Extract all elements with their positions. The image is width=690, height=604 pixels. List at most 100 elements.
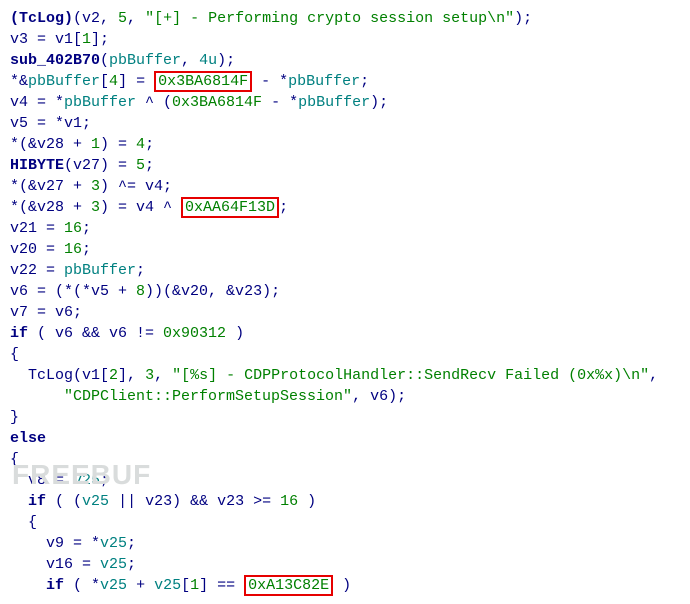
token: 3 [91, 199, 100, 216]
token: - * [262, 94, 298, 111]
token: 16 [64, 241, 82, 258]
token: v25 [82, 493, 109, 510]
token: *(&v28 + [10, 136, 91, 153]
keyword-if: if [28, 493, 46, 510]
token: ))(&v20, &v23); [145, 283, 280, 300]
token: v22 = [10, 262, 64, 279]
token: v7 = v6; [10, 304, 82, 321]
token: *(&v28 + [10, 199, 91, 216]
token: TcLog(v1[ [10, 367, 109, 384]
token: v25 [100, 577, 127, 594]
token: pbBuffer [298, 94, 370, 111]
code-line: v3 = v1[1]; [10, 29, 660, 50]
string-literal: "[+] - Performing crypto session setup\n… [145, 10, 514, 27]
token: ( ( [46, 493, 82, 510]
token: ] == [199, 577, 244, 594]
token: 5 [118, 10, 127, 27]
token: 5 [136, 157, 145, 174]
keyword-if: if [10, 325, 28, 342]
token: ; [145, 157, 154, 174]
token: v25 [100, 556, 127, 573]
token: v25 [73, 472, 100, 489]
code-line: { [10, 344, 660, 365]
token: 1 [82, 31, 91, 48]
code-line: TcLog(v1[2], 3, "[%s] - CDPProtocolHandl… [10, 365, 660, 386]
token: v8 = [10, 472, 73, 489]
token: v6 = (*(*v5 + [10, 283, 136, 300]
code-line: sub_402B70(pbBuffer, 4u); [10, 50, 660, 71]
code-line: v9 = *v25; [10, 533, 660, 554]
code-line: v21 = 16; [10, 218, 660, 239]
token: pbBuffer [109, 52, 181, 69]
token: ], [118, 367, 145, 384]
code-line: v4 = *pbBuffer ^ (0x3BA6814F - *pbBuffer… [10, 92, 660, 113]
code-line: v20 = 16; [10, 239, 660, 260]
token: 16 [64, 220, 82, 237]
token: v9 = * [10, 535, 100, 552]
token: v5 = *v1; [10, 115, 91, 132]
function-call: sub_402B70 [10, 52, 100, 69]
token: ) [333, 577, 351, 594]
token: v4 = * [10, 94, 64, 111]
token: 3 [91, 178, 100, 195]
brace: { [10, 451, 19, 468]
token: *& [10, 73, 28, 90]
token: 8 [136, 283, 145, 300]
code-line: *(&v27 + 3) ^= v4; [10, 176, 660, 197]
token: , [127, 10, 145, 27]
token: ) = [100, 136, 136, 153]
code-line: (TcLog)(v2, 5, "[+] - Performing crypto … [10, 8, 660, 29]
token: || v23) && v23 >= [109, 493, 280, 510]
token: v3 = v1[ [10, 31, 82, 48]
token: 4u [199, 52, 217, 69]
token: (TcLog) [10, 10, 73, 27]
code-line: *&pbBuffer[4] = 0x3BA6814F - *pbBuffer; [10, 71, 660, 92]
token: (v27) = [64, 157, 136, 174]
token: ]; [91, 31, 109, 48]
highlighted-constant-1: 0x3BA6814F [154, 71, 252, 92]
token: pbBuffer [28, 73, 100, 90]
token: ( [100, 52, 109, 69]
code-line: "CDPClient::PerformSetupSession", v6); [10, 386, 660, 407]
token: , v6); [352, 388, 406, 405]
keyword-if: if [46, 577, 64, 594]
token: , [649, 367, 658, 384]
token: 1 [190, 577, 199, 594]
token: ; [136, 262, 145, 279]
token: (v2, [73, 10, 118, 27]
token [10, 388, 64, 405]
token: 0x3BA6814F [172, 94, 262, 111]
token: [ [181, 577, 190, 594]
token: v25 [154, 577, 181, 594]
token: ); [217, 52, 235, 69]
token: v16 = [10, 556, 100, 573]
token: ) [226, 325, 244, 342]
token: ) ^= v4; [100, 178, 172, 195]
brace: } [10, 409, 19, 426]
highlighted-constant-2: 0xAA64F13D [181, 197, 279, 218]
token: ) = v4 ^ [100, 199, 181, 216]
token: ; [145, 136, 154, 153]
token: ; [82, 220, 91, 237]
code-line: *(&v28 + 1) = 4; [10, 134, 660, 155]
token [10, 493, 28, 510]
token: 4 [136, 136, 145, 153]
token: ^ ( [136, 94, 172, 111]
string-literal: "CDPClient::PerformSetupSession" [64, 388, 352, 405]
token: 3 [145, 367, 154, 384]
token: ; [279, 199, 288, 216]
code-line: v6 = (*(*v5 + 8))(&v20, &v23); [10, 281, 660, 302]
token: , [154, 367, 172, 384]
token: 2 [109, 367, 118, 384]
token: v25 [100, 535, 127, 552]
token: ] = [118, 73, 154, 90]
token: , [181, 52, 199, 69]
token: ; [100, 472, 109, 489]
code-line: { [10, 449, 660, 470]
code-line: v22 = pbBuffer; [10, 260, 660, 281]
token: ); [370, 94, 388, 111]
token: 4 [109, 73, 118, 90]
code-line: v5 = *v1; [10, 113, 660, 134]
token: v20 = [10, 241, 64, 258]
token: pbBuffer [64, 94, 136, 111]
